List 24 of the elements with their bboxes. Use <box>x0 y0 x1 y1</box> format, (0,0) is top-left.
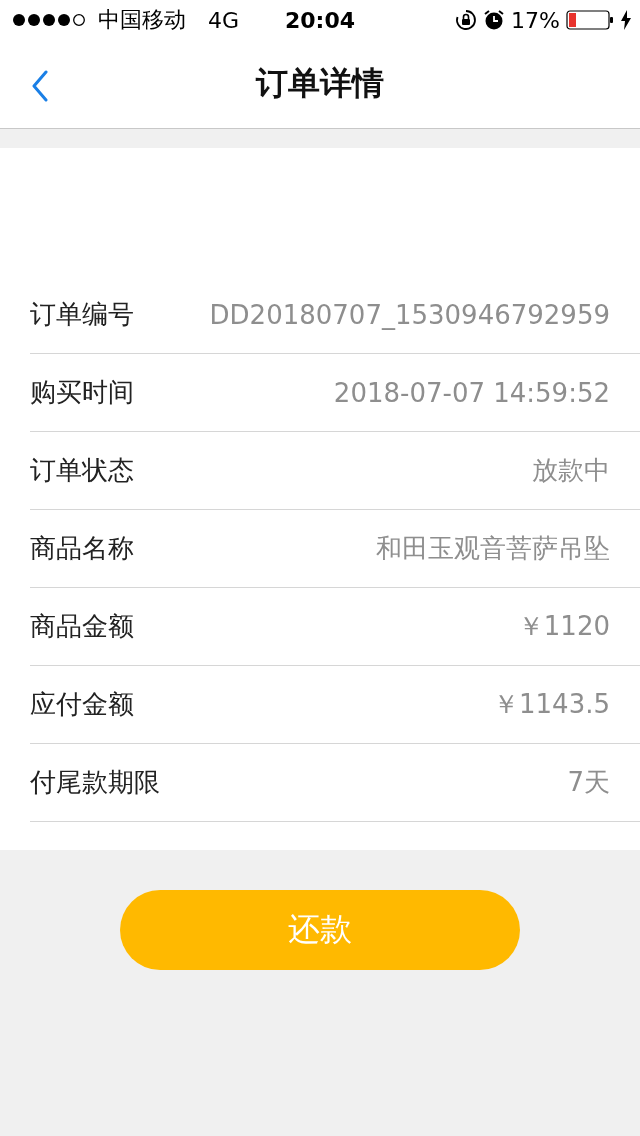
charging-icon <box>620 10 632 30</box>
field-label: 订单状态 <box>30 454 134 487</box>
field-value: 和田玉观音菩萨吊坠 <box>376 532 610 565</box>
battery-percent: 17% <box>511 7 560 33</box>
repay-button[interactable]: 还款 <box>120 890 520 970</box>
page-title: 订单详情 <box>256 63 384 104</box>
field-value: 7天 <box>567 766 610 799</box>
rotation-lock-icon <box>455 9 478 31</box>
alarm-icon <box>483 9 506 31</box>
field-value: 2018-07-07 14:59:52 <box>333 377 610 408</box>
field-value: ￥1120 <box>517 610 610 643</box>
carrier-name: 中国移动 <box>98 6 186 34</box>
field-value: 放款中 <box>532 454 610 487</box>
network-type: 4G <box>208 7 240 33</box>
field-value: DD20180707_1530946792959 <box>209 299 610 330</box>
field-label: 购买时间 <box>30 376 134 409</box>
field-label: 商品金额 <box>30 610 134 643</box>
field-label: 订单编号 <box>30 298 134 331</box>
battery-icon <box>566 10 614 30</box>
status-time: 20:04 <box>284 7 356 33</box>
field-label: 付尾款期限 <box>30 766 160 799</box>
field-value: ￥1143.5 <box>493 688 610 721</box>
field-label: 商品名称 <box>30 532 134 565</box>
field-label: 应付金额 <box>30 688 134 721</box>
